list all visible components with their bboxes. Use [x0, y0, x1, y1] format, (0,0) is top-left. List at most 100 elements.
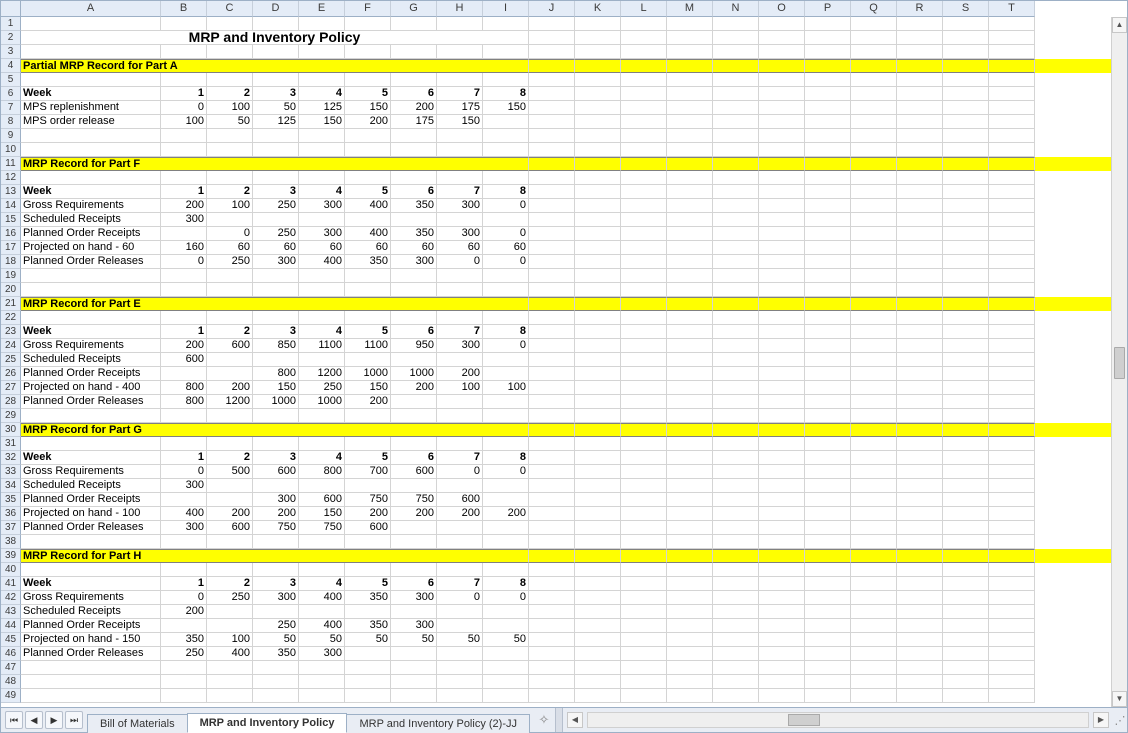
cell[interactable]	[897, 675, 943, 689]
cell[interactable]	[713, 549, 759, 563]
cell[interactable]	[805, 241, 851, 255]
cell[interactable]	[621, 409, 667, 423]
cell[interactable]	[805, 675, 851, 689]
cell[interactable]: 150	[437, 115, 483, 129]
cell[interactable]	[483, 73, 529, 87]
cell[interactable]	[483, 269, 529, 283]
cell[interactable]	[851, 157, 897, 171]
cell[interactable]	[253, 605, 299, 619]
cell[interactable]: 950	[391, 339, 437, 353]
cell[interactable]: 0	[161, 591, 207, 605]
cell[interactable]	[989, 339, 1035, 353]
cell[interactable]: 1000	[253, 395, 299, 409]
cell[interactable]: Gross Requirements	[21, 339, 161, 353]
cell[interactable]	[437, 45, 483, 59]
cell[interactable]	[161, 45, 207, 59]
cell[interactable]	[989, 647, 1035, 661]
cell[interactable]	[851, 577, 897, 591]
cell[interactable]	[529, 479, 575, 493]
cell[interactable]	[437, 129, 483, 143]
column-header[interactable]: D	[253, 1, 299, 17]
cell[interactable]	[897, 325, 943, 339]
cell[interactable]	[805, 31, 851, 45]
cell[interactable]: 60	[299, 241, 345, 255]
cell[interactable]	[943, 115, 989, 129]
cell[interactable]	[667, 479, 713, 493]
column-header[interactable]: A	[21, 1, 161, 17]
cell[interactable]	[575, 549, 621, 563]
cell[interactable]: 750	[253, 521, 299, 535]
cell[interactable]	[299, 535, 345, 549]
cell[interactable]	[299, 73, 345, 87]
cell[interactable]: 1	[161, 577, 207, 591]
cell[interactable]	[667, 185, 713, 199]
cell[interactable]: Scheduled Receipts	[21, 605, 161, 619]
cell[interactable]: 250	[207, 591, 253, 605]
cell[interactable]	[529, 381, 575, 395]
cell[interactable]: 125	[299, 101, 345, 115]
cell[interactable]	[667, 577, 713, 591]
cell[interactable]	[989, 87, 1035, 101]
cell[interactable]	[897, 423, 943, 437]
cell[interactable]	[299, 563, 345, 577]
cell[interactable]	[759, 479, 805, 493]
cell[interactable]: 60	[253, 241, 299, 255]
cell[interactable]	[713, 423, 759, 437]
cell[interactable]	[759, 339, 805, 353]
cell[interactable]	[207, 479, 253, 493]
cell[interactable]	[21, 17, 161, 31]
row-header[interactable]: 29	[1, 409, 21, 423]
cell[interactable]: 6	[391, 577, 437, 591]
sheet-tab[interactable]: MRP and Inventory Policy (2)-JJ	[346, 714, 530, 733]
cell[interactable]	[391, 129, 437, 143]
cell[interactable]	[667, 367, 713, 381]
cell[interactable]: 400	[207, 647, 253, 661]
cell[interactable]	[805, 661, 851, 675]
cell[interactable]	[483, 535, 529, 549]
column-header[interactable]: M	[667, 1, 713, 17]
cell[interactable]	[805, 633, 851, 647]
cell[interactable]	[621, 549, 667, 563]
cell[interactable]	[207, 437, 253, 451]
cell[interactable]	[989, 59, 1035, 73]
cell[interactable]: 150	[483, 101, 529, 115]
cell[interactable]	[529, 325, 575, 339]
cell[interactable]	[989, 185, 1035, 199]
cell[interactable]	[483, 689, 529, 703]
cell[interactable]	[989, 213, 1035, 227]
cell[interactable]	[667, 101, 713, 115]
cell[interactable]	[161, 171, 207, 185]
cell[interactable]	[759, 115, 805, 129]
cell[interactable]	[989, 465, 1035, 479]
cell[interactable]	[345, 171, 391, 185]
cell[interactable]	[21, 143, 161, 157]
cell[interactable]	[621, 577, 667, 591]
cell[interactable]: Scheduled Receipts	[21, 353, 161, 367]
cell[interactable]	[529, 157, 575, 171]
cell[interactable]	[21, 675, 161, 689]
cell[interactable]	[989, 255, 1035, 269]
cell[interactable]	[621, 325, 667, 339]
cell[interactable]	[345, 353, 391, 367]
cell[interactable]	[897, 563, 943, 577]
cell[interactable]	[575, 675, 621, 689]
cell[interactable]	[759, 185, 805, 199]
cell[interactable]: 400	[345, 227, 391, 241]
cell[interactable]	[805, 437, 851, 451]
cell[interactable]	[299, 353, 345, 367]
cell[interactable]	[713, 199, 759, 213]
cell[interactable]	[943, 353, 989, 367]
cell[interactable]	[897, 255, 943, 269]
cell[interactable]	[851, 185, 897, 199]
cell[interactable]	[529, 297, 575, 311]
cell[interactable]	[805, 185, 851, 199]
cell[interactable]	[529, 437, 575, 451]
cell[interactable]	[851, 45, 897, 59]
cell[interactable]	[851, 297, 897, 311]
cell[interactable]	[161, 269, 207, 283]
cell[interactable]: 600	[345, 521, 391, 535]
cell[interactable]	[391, 213, 437, 227]
cell[interactable]	[483, 619, 529, 633]
cell[interactable]	[805, 311, 851, 325]
cell[interactable]	[897, 297, 943, 311]
